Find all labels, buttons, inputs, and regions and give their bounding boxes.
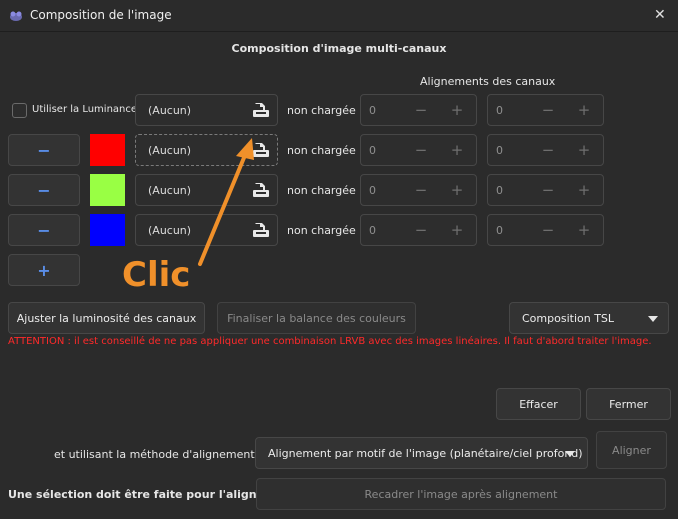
channel-x-offset-spinbox[interactable]: 0 − + bbox=[360, 174, 477, 206]
channel-color-swatch[interactable] bbox=[90, 134, 125, 166]
spin-value: 0 bbox=[496, 223, 503, 237]
spin-value: 0 bbox=[369, 223, 376, 237]
alignment-method-dropdown[interactable]: Alignement par motif de l'image (planéta… bbox=[255, 437, 588, 469]
recrop-after-alignment-button[interactable]: Recadrer l'image après alignement bbox=[256, 478, 666, 510]
channel-y-offset-spinbox[interactable]: 0 − + bbox=[487, 134, 604, 166]
decrement-icon[interactable]: − bbox=[403, 101, 439, 119]
decrement-icon[interactable]: − bbox=[403, 221, 439, 239]
channel-status: non chargée bbox=[287, 144, 356, 157]
increment-icon[interactable]: + bbox=[439, 101, 475, 119]
adjust-brightness-button[interactable]: Ajuster la luminosité des canaux bbox=[8, 302, 205, 334]
close-button[interactable]: Fermer bbox=[586, 388, 671, 420]
add-channel-button[interactable]: + bbox=[8, 254, 80, 286]
decrement-icon[interactable]: − bbox=[403, 141, 439, 159]
composition-mode-dropdown[interactable]: Composition TSL bbox=[509, 302, 669, 334]
spin-value: 0 bbox=[496, 103, 503, 117]
spin-value: 0 bbox=[369, 183, 376, 197]
channel-y-offset-spinbox[interactable]: 0 − + bbox=[487, 214, 604, 246]
luminance-y-offset-spinbox[interactable]: 0 − + bbox=[487, 94, 604, 126]
title-bar: Composition de l'image ✕ bbox=[0, 0, 678, 32]
increment-icon[interactable]: + bbox=[439, 221, 475, 239]
remove-channel-button[interactable]: − bbox=[8, 174, 80, 206]
increment-icon[interactable]: + bbox=[566, 141, 602, 159]
increment-icon[interactable]: + bbox=[566, 181, 602, 199]
remove-channel-button[interactable]: − bbox=[8, 214, 80, 246]
close-window-icon[interactable]: ✕ bbox=[654, 7, 666, 23]
window-title: Composition de l'image bbox=[30, 8, 172, 22]
luminance-label: Utiliser la Luminance bbox=[32, 104, 138, 115]
channel-status: non chargée bbox=[287, 184, 356, 197]
spin-value: 0 bbox=[369, 143, 376, 157]
orange-arrow-annotation bbox=[198, 138, 254, 266]
channel-color-swatch[interactable] bbox=[90, 214, 125, 246]
spin-value: 0 bbox=[496, 183, 503, 197]
decrement-icon[interactable]: − bbox=[530, 181, 566, 199]
decrement-icon[interactable]: − bbox=[403, 181, 439, 199]
chevron-down-icon bbox=[648, 316, 658, 322]
channel-color-swatch[interactable] bbox=[90, 174, 125, 206]
luminance-x-offset-spinbox[interactable]: 0 − + bbox=[360, 94, 477, 126]
channel-file-value: (Aucun) bbox=[148, 183, 192, 197]
alignment-header: Alignements des canaux bbox=[420, 75, 556, 88]
channel-x-offset-spinbox[interactable]: 0 − + bbox=[360, 134, 477, 166]
open-file-icon bbox=[253, 103, 269, 117]
increment-icon[interactable]: + bbox=[566, 221, 602, 239]
channel-file-value: (Aucun) bbox=[148, 223, 192, 237]
luminance-file-button[interactable]: (Aucun) bbox=[135, 94, 278, 126]
section-title: Composition d'image multi-canaux bbox=[231, 42, 447, 55]
composition-mode-value: Composition TSL bbox=[522, 311, 615, 325]
channel-x-offset-spinbox[interactable]: 0 − + bbox=[360, 214, 477, 246]
decrement-icon[interactable]: − bbox=[530, 221, 566, 239]
clear-button[interactable]: Effacer bbox=[496, 388, 581, 420]
chevron-down-icon bbox=[565, 451, 575, 457]
decrement-icon[interactable]: − bbox=[530, 141, 566, 159]
clic-annotation-text: Clic bbox=[122, 255, 191, 295]
alignment-method-value: Alignement par motif de l'image (planéta… bbox=[268, 446, 583, 460]
increment-icon[interactable]: + bbox=[439, 141, 475, 159]
increment-icon[interactable]: + bbox=[439, 181, 475, 199]
luminance-file-value: (Aucun) bbox=[148, 103, 192, 117]
alignment-method-label: et utilisant la méthode d'alignement : bbox=[54, 448, 262, 461]
spin-value: 0 bbox=[369, 103, 376, 117]
remove-channel-button[interactable]: − bbox=[8, 134, 80, 166]
decrement-icon[interactable]: − bbox=[530, 101, 566, 119]
channel-y-offset-spinbox[interactable]: 0 − + bbox=[487, 174, 604, 206]
app-icon bbox=[10, 11, 22, 21]
channel-file-value: (Aucun) bbox=[148, 143, 192, 157]
luminance-checkbox[interactable] bbox=[12, 103, 27, 118]
increment-icon[interactable]: + bbox=[566, 101, 602, 119]
selection-note: Une sélection doit être faite pour l'ali… bbox=[8, 488, 297, 501]
linear-warning-text: ATTENTION : il est conseillé de ne pas a… bbox=[8, 336, 652, 347]
finalize-balance-button[interactable]: Finaliser la balance des couleurs bbox=[217, 302, 416, 334]
channel-status: non chargée bbox=[287, 224, 356, 237]
luminance-status: non chargée bbox=[287, 104, 356, 117]
spin-value: 0 bbox=[496, 143, 503, 157]
align-button[interactable]: Aligner bbox=[596, 431, 667, 469]
